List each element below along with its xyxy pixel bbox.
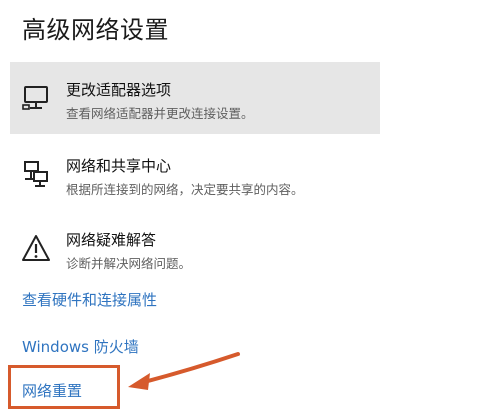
change-adapter-options-item[interactable]: 更改适配器选项 查看网络适配器并更改连接设置。	[10, 62, 380, 134]
page-title: 高级网络设置	[22, 16, 169, 44]
option-description: 查看网络适配器并更改连接设置。	[66, 106, 254, 121]
network-troubleshooter-item[interactable]: 网络疑难解答 诊断并解决网络问题。	[10, 212, 380, 284]
warning-icon	[22, 235, 50, 261]
option-title: 网络和共享中心	[66, 157, 172, 175]
option-title: 更改适配器选项	[66, 81, 172, 99]
annotation-highlight-box	[8, 365, 120, 409]
network-sharing-center-item[interactable]: 网络和共享中心 根据所连接到的网络，决定要共享的内容。	[10, 138, 380, 210]
option-description: 根据所连接到的网络，决定要共享的内容。	[66, 182, 304, 197]
option-description: 诊断并解决网络问题。	[66, 256, 192, 271]
monitor-icon	[22, 86, 48, 110]
network-share-icon	[24, 161, 48, 187]
option-title: 网络疑难解答	[66, 231, 157, 249]
annotation-arrow-icon	[128, 352, 240, 390]
hardware-properties-link[interactable]: 查看硬件和连接属性	[22, 289, 157, 310]
